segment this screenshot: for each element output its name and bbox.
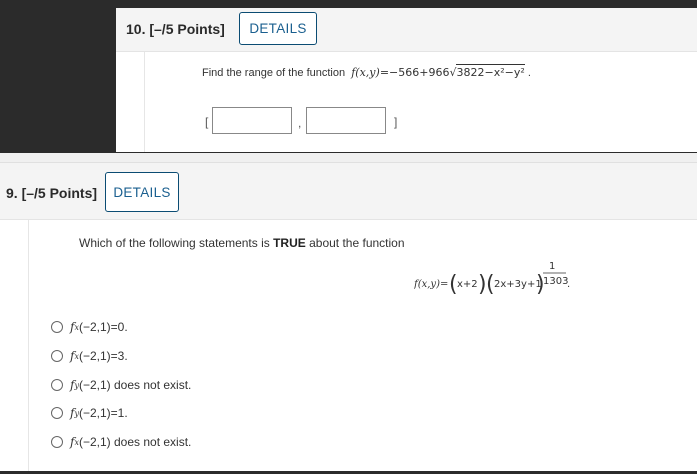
prompt-text: Find the range of the function <box>202 67 346 79</box>
comma: , <box>298 116 302 130</box>
question-10-header: 10. [–/5 Points] DETAILS <box>116 8 697 52</box>
answer-option[interactable]: f x (−2,1)=0. <box>51 320 128 334</box>
factor-1: x+2 <box>457 279 478 290</box>
details-button[interactable]: DETAILS <box>239 12 317 45</box>
option-text: (−2,1) does not exist. <box>78 378 192 392</box>
option-text: (−2,1)=1. <box>78 406 128 420</box>
radio-button[interactable] <box>51 321 63 333</box>
left-dark-panel <box>0 8 116 153</box>
bracket-close: ] <box>394 115 398 129</box>
question-9-header: 9. [–/5 Points] DETAILS <box>0 162 697 220</box>
top-frame-bar <box>0 0 697 8</box>
option-text: (−2,1)=0. <box>78 320 128 334</box>
function-formula: f(x,y)= ( x+2 ) ( 2x+3y+1 ) 1 1303 . <box>413 261 570 297</box>
function-lhs: f(x,y) <box>351 66 380 79</box>
question-prompt: Find the range of the function f(x,y)=−5… <box>202 64 531 79</box>
function-constant: =−566+966 <box>379 66 450 79</box>
option-text: (−2,1)=3. <box>78 349 128 363</box>
prompt-bold: TRUE <box>273 236 306 250</box>
radio-button[interactable] <box>51 407 63 419</box>
bracket-open: [ <box>205 115 209 129</box>
range-lower-input[interactable] <box>212 107 292 134</box>
factor-2: 2x+3y+1 <box>494 279 542 290</box>
option-text: (−2,1) does not exist. <box>78 435 192 449</box>
range-upper-input[interactable] <box>306 107 386 134</box>
function-lhs: f(x,y)= <box>414 279 448 290</box>
function-expression: f(x,y)= ( x+2 ) ( 2x+3y+1 ) 1 1303 . <box>413 260 584 303</box>
question-9-title: 9. [–/5 Points] <box>6 185 98 201</box>
answer-option[interactable]: f x (−2,1) does not exist. <box>51 435 191 449</box>
question-10-body: Find the range of the function f(x,y)=−5… <box>144 52 697 152</box>
prompt-prefix: Which of the following statements is <box>79 236 274 250</box>
radio-button[interactable] <box>51 436 63 448</box>
exponent-numerator: 1 <box>549 261 555 272</box>
answer-option[interactable]: f y (−2,1) does not exist. <box>51 378 191 392</box>
function-period: . <box>567 279 570 290</box>
question-prompt: Which of the following statements is TRU… <box>79 236 405 250</box>
answer-option[interactable]: f y (−2,1)=1. <box>51 406 128 420</box>
question-9-body: Which of the following statements is TRU… <box>28 220 697 471</box>
question-10: 10. [–/5 Points] DETAILS Find the range … <box>116 8 697 153</box>
exponent-denominator: 1303 <box>543 276 568 287</box>
question-divider <box>0 153 697 162</box>
details-button[interactable]: DETAILS <box>105 172 179 212</box>
radio-button[interactable] <box>51 379 63 391</box>
function-tail: . <box>524 67 531 79</box>
prompt-suffix: about the function <box>305 236 405 250</box>
answer-option[interactable]: f x (−2,1)=3. <box>51 349 128 363</box>
radio-button[interactable] <box>51 350 63 362</box>
sqrt-radicand: 3822−x²−y² <box>456 64 525 79</box>
question-10-title: 10. [–/5 Points] <box>126 21 225 37</box>
